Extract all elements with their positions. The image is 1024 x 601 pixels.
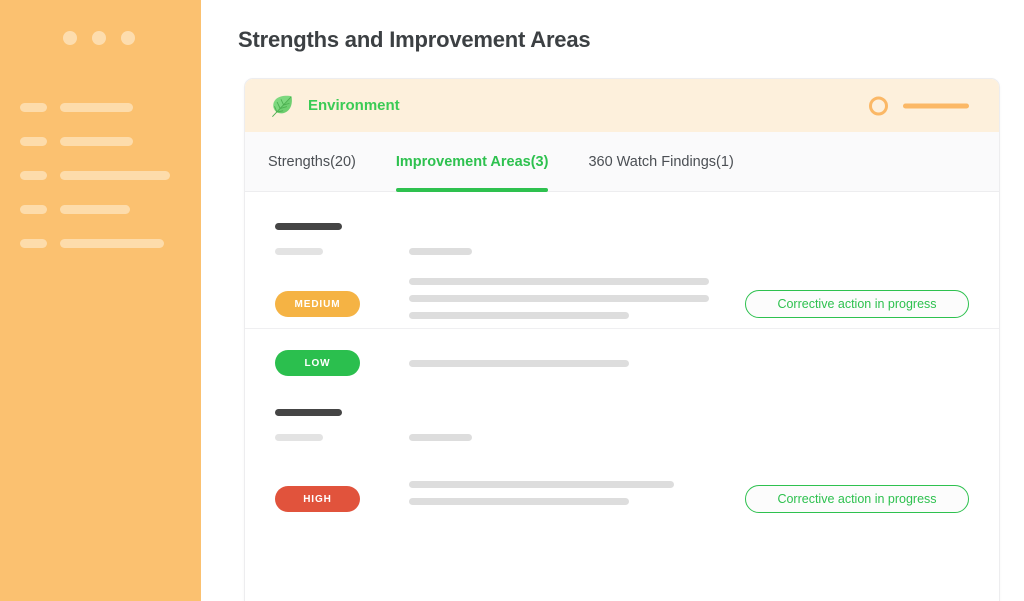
sidebar xyxy=(0,0,201,601)
row-title-placeholder xyxy=(275,223,342,230)
sidebar-item-label-placeholder xyxy=(60,137,133,146)
sidebar-dot-icon xyxy=(92,31,106,45)
sidebar-item-chip xyxy=(20,103,47,112)
sidebar-item-chip xyxy=(20,171,47,180)
sidebar-dot-icon xyxy=(63,31,77,45)
row-body-placeholder xyxy=(409,360,629,367)
card-tabs: Strengths(20) Improvement Areas(3) 360 W… xyxy=(245,132,999,192)
improvement-row: LOW HIGH Corrective action in progress xyxy=(245,329,999,544)
sidebar-dot-icon xyxy=(121,31,135,45)
row-body-placeholder xyxy=(409,248,472,255)
row-body-placeholder xyxy=(409,434,472,441)
row-body-placeholder xyxy=(409,295,709,302)
row-body-placeholder xyxy=(409,312,629,319)
sidebar-item-label-placeholder xyxy=(60,205,130,214)
sidebar-nav-item[interactable] xyxy=(0,239,201,273)
card-header-title: Environment xyxy=(308,97,400,114)
environment-card: Environment Strengths(20) Improvement Ar… xyxy=(244,78,1000,601)
severity-badge-medium: MEDIUM xyxy=(275,291,360,317)
corrective-action-button[interactable]: Corrective action in progress xyxy=(745,290,969,318)
card-header-right-group xyxy=(869,96,969,115)
sidebar-nav-item[interactable] xyxy=(0,137,201,171)
sidebar-item-chip xyxy=(20,205,47,214)
sidebar-nav-item[interactable] xyxy=(0,103,201,137)
severity-badge-low: LOW xyxy=(275,350,360,376)
app-screen: Strengths and Improvement Areas Environm… xyxy=(0,0,1024,601)
leaf-icon xyxy=(267,91,297,121)
sidebar-nav-item[interactable] xyxy=(0,171,201,205)
severity-badge-high: HIGH xyxy=(275,486,360,512)
tab-strengths[interactable]: Strengths(20) xyxy=(268,132,356,192)
sidebar-item-chip xyxy=(20,239,47,248)
circle-outline-icon xyxy=(869,96,888,115)
sidebar-item-chip xyxy=(20,137,47,146)
improvement-row: MEDIUM Corrective action in progress xyxy=(245,192,999,329)
row-subtitle-placeholder xyxy=(275,248,323,255)
sidebar-nav-list xyxy=(0,103,201,273)
row-title-placeholder xyxy=(275,409,342,416)
row-body-placeholder xyxy=(409,481,674,488)
main-content: Strengths and Improvement Areas Environm… xyxy=(201,0,1024,601)
header-placeholder-bar xyxy=(903,103,969,108)
tab-360-watch-findings[interactable]: 360 Watch Findings(1) xyxy=(588,132,733,192)
sidebar-item-label-placeholder xyxy=(60,103,133,112)
tab-improvement-areas[interactable]: Improvement Areas(3) xyxy=(395,132,548,192)
corrective-action-button[interactable]: Corrective action in progress xyxy=(745,485,969,513)
sidebar-item-label-placeholder xyxy=(60,239,164,248)
card-header: Environment xyxy=(245,79,999,132)
sidebar-dots-group xyxy=(63,31,135,45)
sidebar-item-label-placeholder xyxy=(60,171,170,180)
row-subtitle-placeholder xyxy=(275,434,323,441)
page-title: Strengths and Improvement Areas xyxy=(238,27,591,52)
sidebar-nav-item[interactable] xyxy=(0,205,201,239)
row-body-placeholder xyxy=(409,278,709,285)
row-body-placeholder xyxy=(409,498,629,505)
